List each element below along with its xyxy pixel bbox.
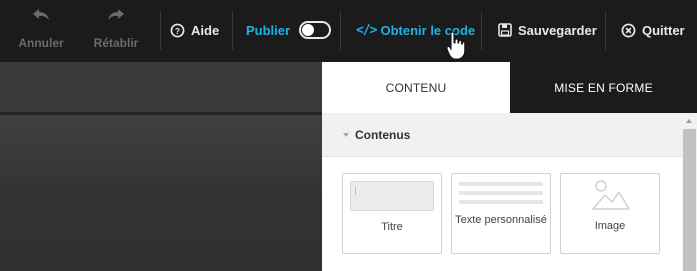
block-card-texte-personnalise[interactable]: Texte personnalisé (451, 173, 551, 254)
title-block-icon (350, 181, 434, 211)
tab-contenu[interactable]: CONTENU (322, 62, 510, 113)
text-lines-icon (459, 182, 543, 209)
undo-icon (33, 9, 49, 20)
image-icon (592, 180, 630, 210)
quit-label: Quitter (642, 22, 685, 38)
redo-button[interactable]: Rétablir (91, 8, 141, 50)
toggle-knob (302, 24, 315, 36)
floppy-disk-icon (498, 23, 512, 37)
toolbar-divider (232, 12, 233, 50)
caret-down-icon (343, 132, 349, 137)
top-toolbar: Annuler Rétablir ? Aide Publier </> Obte… (0, 0, 697, 62)
code-icon: </> (356, 22, 378, 38)
scroll-up-arrow-icon[interactable] (686, 119, 692, 123)
redo-icon (108, 9, 124, 20)
quit-button[interactable]: Quitter (621, 19, 685, 41)
toolbar-divider (605, 12, 606, 50)
section-title: Contenus (355, 127, 411, 142)
tab-label: CONTENU (385, 80, 447, 95)
block-label: Image (594, 220, 626, 232)
block-card-image[interactable]: Image (560, 173, 660, 254)
scroll-thumb[interactable] (683, 129, 696, 271)
toolbar-divider (340, 12, 341, 50)
publish-control: Publier (246, 19, 332, 41)
svg-text:?: ? (175, 25, 180, 35)
toolbar-divider (160, 12, 161, 50)
tab-label: MISE EN FORME (554, 80, 653, 95)
undo-label: Annuler (18, 36, 64, 50)
help-circle-icon: ? (170, 23, 185, 37)
panel-scrollbar[interactable] (682, 113, 697, 271)
redo-label: Rétablir (93, 36, 139, 50)
help-button[interactable]: ? Aide (170, 19, 219, 41)
publish-label: Publier (246, 22, 291, 38)
hand-pointer-cursor-icon (446, 31, 466, 60)
properties-panel: CONTENU MISE EN FORME Contenus Titre Tex… (322, 62, 697, 271)
toolbar-divider (481, 12, 482, 50)
save-button[interactable]: Sauvegarder (498, 19, 597, 41)
publish-toggle[interactable] (299, 21, 332, 39)
block-label: Texte personnalisé (455, 214, 547, 226)
content-blocks-grid: Titre Texte personnalisé Image (322, 158, 682, 271)
help-label: Aide (191, 22, 220, 38)
section-header-contenus[interactable]: Contenus (322, 113, 682, 157)
block-card-titre[interactable]: Titre (342, 173, 442, 254)
close-circle-icon (621, 23, 636, 37)
undo-button[interactable]: Annuler (17, 8, 65, 50)
block-label: Titre (381, 221, 403, 233)
canvas-header-strip (0, 62, 322, 112)
tab-mise-en-forme[interactable]: MISE EN FORME (510, 62, 697, 113)
editor-canvas[interactable] (0, 115, 322, 271)
save-label: Sauvegarder (518, 22, 597, 38)
